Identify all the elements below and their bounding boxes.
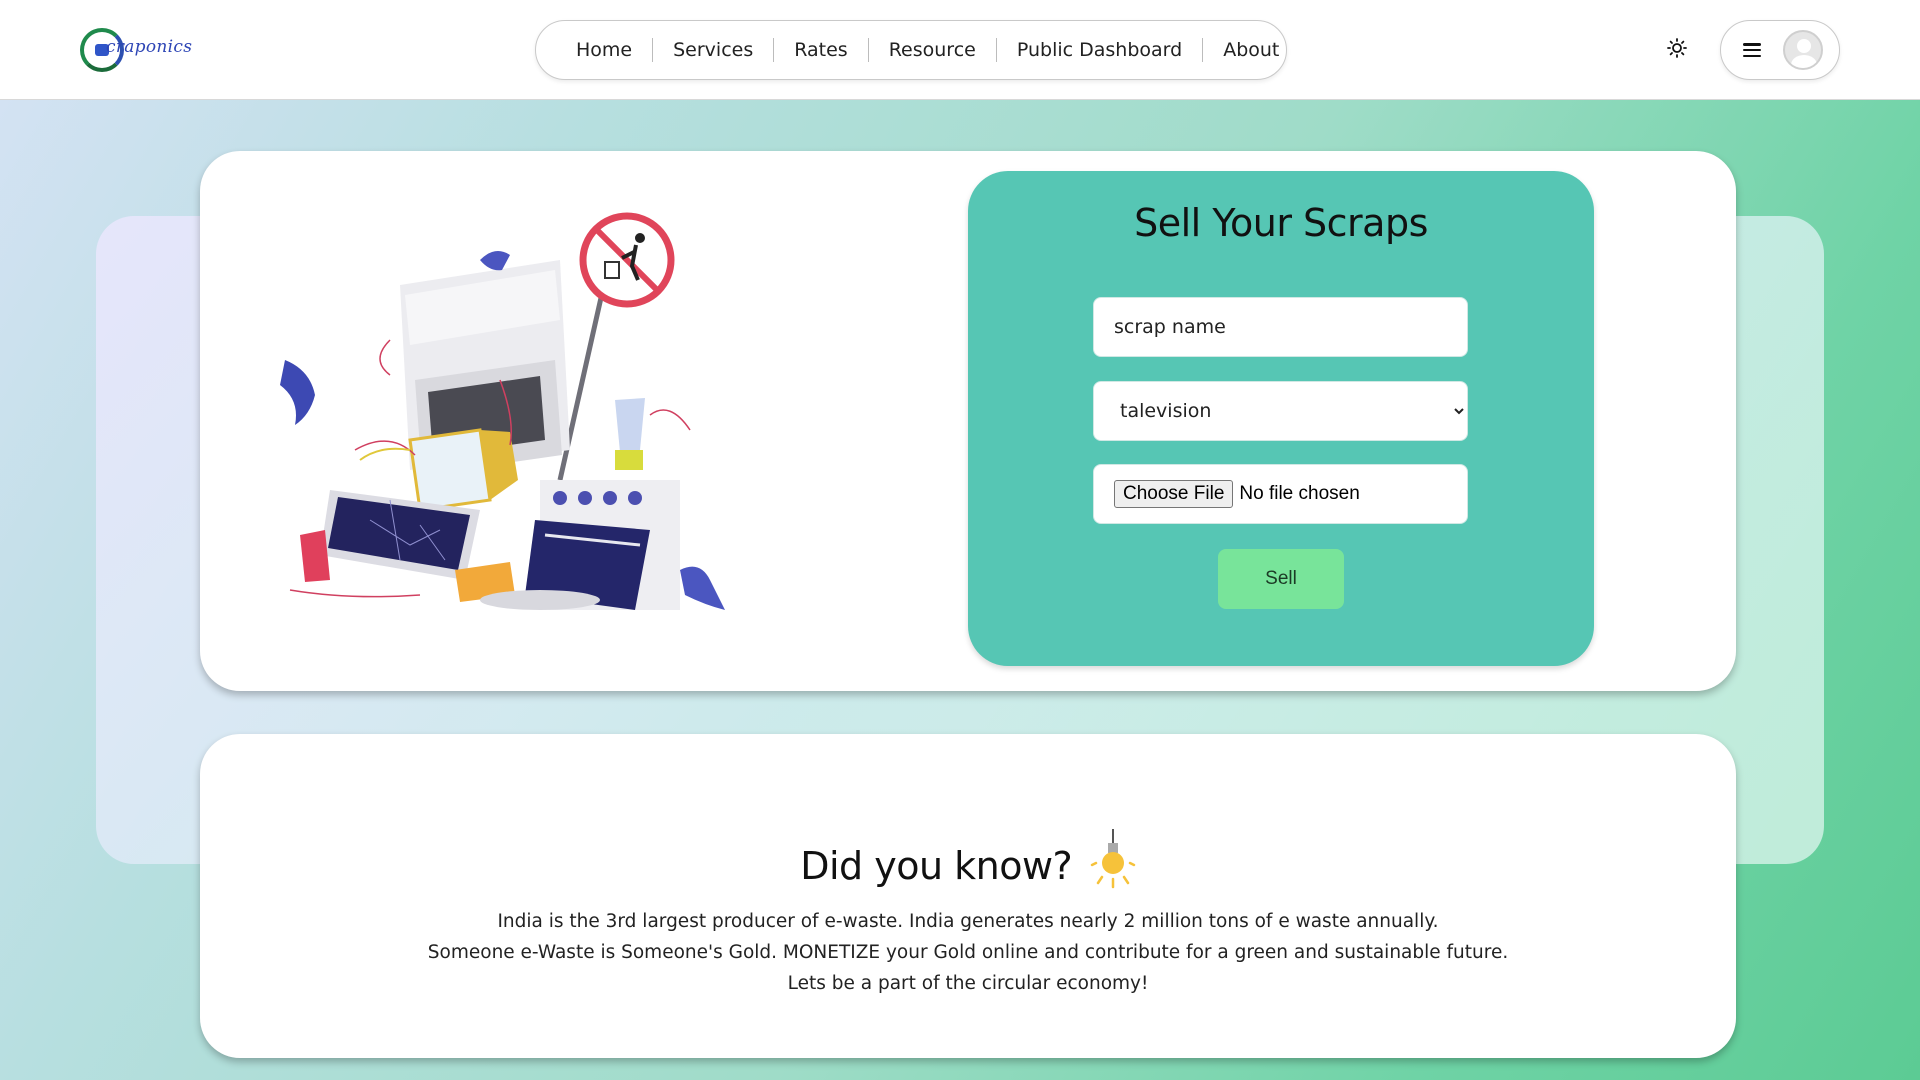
scrap-name-input[interactable]: [1094, 298, 1467, 356]
nav-rates[interactable]: Rates: [774, 38, 869, 62]
sun-icon[interactable]: [1663, 34, 1691, 62]
did-you-know-title: Did you know?: [800, 844, 1073, 888]
did-you-know-card: Did you know? India is the 3rd largest p…: [200, 734, 1736, 1058]
category-select[interactable]: talevision: [1094, 382, 1467, 440]
did-you-know-heading: Did you know?: [200, 829, 1736, 893]
lightbulb-icon: [1090, 829, 1136, 889]
did-you-know-text: India is the 3rd largest producer of e-w…: [200, 906, 1736, 999]
fact-line-2: Someone e-Waste is Someone's Gold. MONET…: [427, 942, 1509, 963]
user-avatar-icon: [1783, 30, 1823, 70]
sell-form-title: Sell Your Scraps: [1134, 201, 1428, 245]
sell-button[interactable]: Sell: [1218, 549, 1344, 609]
hamburger-icon: [1743, 43, 1761, 57]
choose-file-button[interactable]: Choose File: [1114, 480, 1234, 508]
nav-resource[interactable]: Resource: [869, 38, 997, 62]
fact-line-3: Lets be a part of the circular economy!: [787, 973, 1149, 994]
main-nav: Home Services Rates Resource Public Dash…: [535, 20, 1287, 80]
scrap-name-field[interactable]: [1093, 297, 1468, 357]
category-field[interactable]: talevision: [1093, 381, 1468, 441]
file-status-text: No file chosen: [1239, 483, 1360, 504]
top-navbar: craponics Home Services Rates Resource P…: [0, 0, 1920, 100]
brand-logo[interactable]: craponics: [80, 26, 193, 74]
ewaste-illustration: [280, 212, 725, 610]
user-menu-button[interactable]: [1720, 20, 1840, 80]
nav-public-dashboard[interactable]: Public Dashboard: [997, 38, 1204, 62]
file-upload-field[interactable]: Choose File No file chosen: [1093, 464, 1468, 524]
logo-wordmark: craponics: [106, 37, 193, 57]
nav-about[interactable]: About: [1203, 38, 1299, 62]
nav-home[interactable]: Home: [556, 38, 654, 62]
sell-form-panel: Sell Your Scraps talevision Choose File …: [968, 171, 1594, 666]
fact-line-1: India is the 3rd largest producer of e-w…: [497, 911, 1439, 932]
nav-services[interactable]: Services: [653, 38, 775, 62]
